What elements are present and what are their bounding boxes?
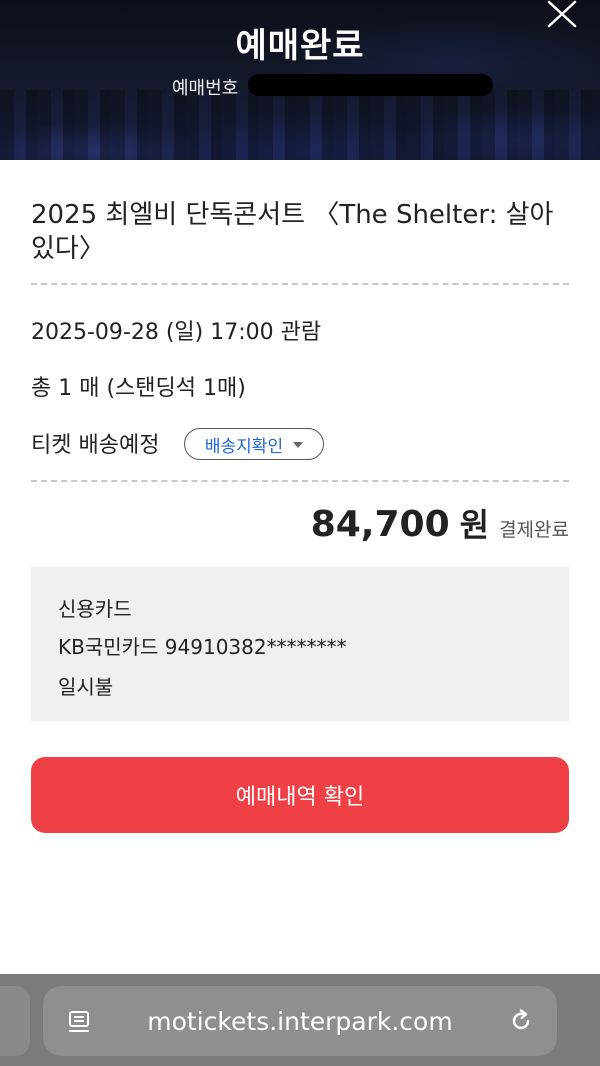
delivery-label: 티켓 배송예정 bbox=[31, 433, 160, 458]
price-row: 84,700 원 결제완료 bbox=[311, 500, 569, 546]
view-booking-button[interactable]: 예매내역 확인 bbox=[31, 757, 569, 833]
currency-unit: 원 bbox=[459, 506, 490, 544]
card-number: KB국민카드 94910382******** bbox=[58, 635, 347, 659]
delivery-button-label: 배송지확인 bbox=[204, 436, 284, 457]
payment-method: 신용카드 bbox=[58, 597, 132, 621]
divider bbox=[31, 283, 569, 285]
reload-icon[interactable] bbox=[507, 1007, 535, 1035]
ticket-count: 총 1 매 (스탠딩석 1매) bbox=[31, 376, 246, 401]
header-banner: 예매완료 예매번호 bbox=[0, 0, 600, 160]
caret-down-icon bbox=[293, 442, 304, 448]
event-title: 2025 최엘비 단독콘서트 〈The Shelter: 살아있다〉 bbox=[31, 200, 554, 264]
installment-type: 일시불 bbox=[58, 675, 114, 699]
crowd-background bbox=[0, 90, 600, 160]
booking-number-label: 예매번호 bbox=[172, 78, 239, 99]
reader-icon[interactable] bbox=[67, 1008, 95, 1036]
close-icon[interactable] bbox=[544, 0, 580, 30]
event-datetime: 2025-09-28 (일) 17:00 관람 bbox=[31, 320, 322, 345]
delivery-address-button[interactable]: 배송지확인 bbox=[184, 428, 324, 460]
address-bar[interactable]: motickets.interpark.com bbox=[43, 986, 557, 1056]
redacted-booking-number bbox=[248, 74, 493, 96]
payment-status: 결제완료 bbox=[499, 519, 569, 541]
total-amount: 84,700 bbox=[310, 504, 450, 545]
page-title: 예매완료 bbox=[235, 26, 365, 66]
previous-tab-stub[interactable] bbox=[0, 986, 30, 1056]
browser-toolbar: motickets.interpark.com bbox=[0, 974, 600, 1066]
payment-info-box: 신용카드 KB국민카드 94910382******** 일시불 bbox=[31, 567, 569, 721]
url-text: motickets.interpark.com bbox=[147, 1006, 453, 1036]
divider bbox=[31, 480, 569, 482]
